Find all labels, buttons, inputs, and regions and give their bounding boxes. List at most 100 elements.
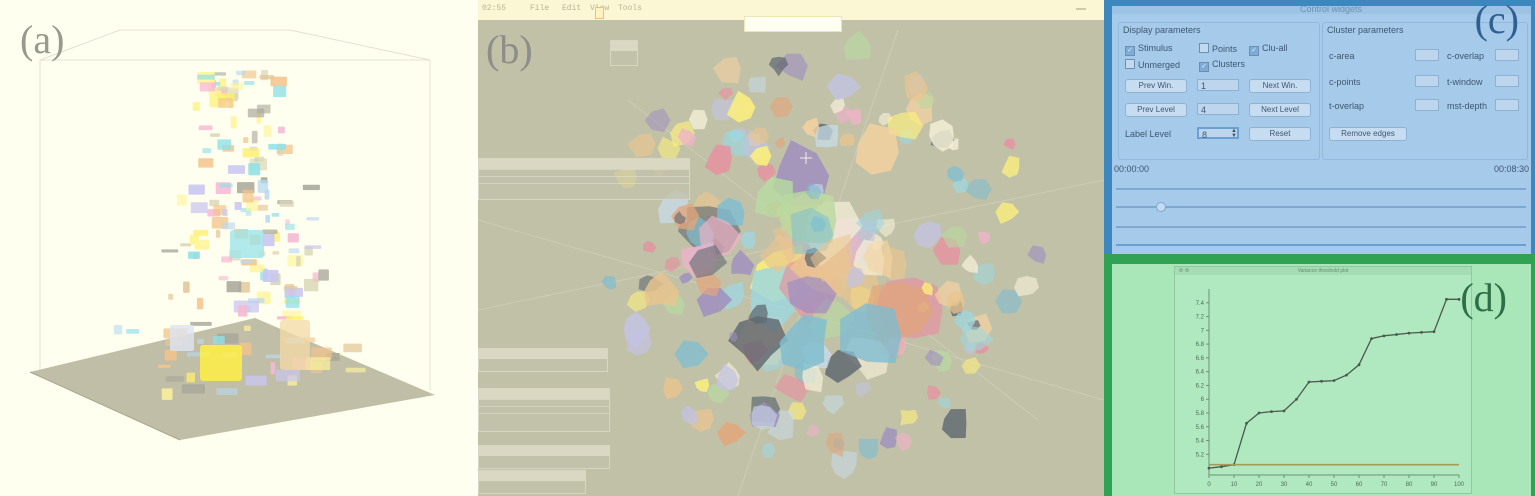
stimulus-option[interactable]: ✓ Stimulus bbox=[1125, 43, 1173, 56]
search-box[interactable] bbox=[744, 16, 842, 32]
check-icon[interactable]: ✓ bbox=[1249, 46, 1259, 56]
cluster-shape bbox=[768, 56, 789, 77]
control-widgets-window: Control widgets Display parameters ✓ Stim… bbox=[1112, 4, 1531, 254]
cluster-block bbox=[217, 139, 232, 150]
variance-point bbox=[1407, 331, 1411, 335]
cluster-block bbox=[279, 200, 294, 207]
table-row[interactable] bbox=[479, 406, 609, 413]
cluster-block bbox=[176, 194, 187, 206]
cluster-shape bbox=[947, 166, 965, 182]
cluster-shape bbox=[644, 108, 671, 133]
window-close-icon[interactable] bbox=[1179, 268, 1183, 272]
cluster-shape bbox=[601, 276, 617, 290]
cluster-block bbox=[277, 126, 285, 134]
x-tick-label: 100 bbox=[1454, 482, 1465, 488]
data-table-2-header bbox=[479, 349, 607, 359]
menu-tools[interactable]: Tools bbox=[618, 4, 642, 13]
cluster-3d-view[interactable] bbox=[0, 0, 470, 496]
cluster-block bbox=[286, 316, 304, 320]
cluster-block bbox=[285, 296, 300, 308]
points-option[interactable]: Points bbox=[1199, 43, 1237, 54]
cluster-block bbox=[197, 338, 204, 344]
data-table-5[interactable] bbox=[478, 470, 586, 494]
check-icon[interactable]: ✓ bbox=[1199, 62, 1209, 72]
table-row[interactable] bbox=[479, 183, 689, 190]
cluster-block bbox=[272, 251, 280, 255]
window-slider-track[interactable] bbox=[1116, 206, 1526, 208]
next-win-button[interactable]: Next Win. bbox=[1249, 79, 1311, 93]
menu-file[interactable]: File bbox=[530, 4, 549, 13]
table-row[interactable] bbox=[479, 413, 609, 420]
cluster-block bbox=[190, 202, 208, 214]
cluster-shape bbox=[900, 409, 918, 426]
table-row[interactable] bbox=[479, 399, 609, 406]
cluster-block bbox=[215, 229, 221, 238]
checkbox-icon[interactable] bbox=[1125, 59, 1135, 69]
prev-level-button[interactable]: Prev Level bbox=[1125, 103, 1187, 117]
cluster-block bbox=[198, 125, 213, 131]
variance-point bbox=[1382, 334, 1386, 338]
clu-all-option[interactable]: ✓ Clu-all bbox=[1249, 43, 1288, 56]
cluster-block bbox=[270, 362, 276, 375]
cluster-block bbox=[226, 281, 242, 293]
t-window-field[interactable] bbox=[1495, 75, 1519, 87]
mst-depth-field[interactable] bbox=[1495, 99, 1519, 111]
cluster-block bbox=[180, 243, 192, 247]
x-tick-label: 30 bbox=[1281, 482, 1288, 488]
checkbox-icon[interactable] bbox=[1199, 43, 1209, 53]
t-overlap-field[interactable] bbox=[1415, 99, 1439, 111]
window-field[interactable]: 1 bbox=[1197, 79, 1239, 91]
data-table-1[interactable] bbox=[478, 158, 690, 200]
cluster-block bbox=[257, 104, 271, 114]
data-table-3[interactable] bbox=[478, 388, 610, 432]
cluster-block bbox=[198, 158, 214, 168]
table-row[interactable] bbox=[479, 176, 689, 183]
mini-widget[interactable] bbox=[610, 40, 638, 66]
table-row[interactable] bbox=[479, 169, 689, 176]
variance-series-line bbox=[1208, 298, 1459, 469]
prev-win-button[interactable]: Prev Win. bbox=[1125, 79, 1187, 93]
c-area-field[interactable] bbox=[1415, 49, 1439, 61]
variance-point bbox=[1220, 465, 1223, 469]
display-parameters-group: Display parameters ✓ Stimulus Points ✓ Clu… bbox=[1118, 22, 1320, 160]
cluster-block bbox=[227, 165, 246, 174]
cluster-block bbox=[345, 367, 366, 373]
cluster-shape bbox=[961, 254, 978, 273]
cluster-block bbox=[251, 130, 258, 144]
level-field[interactable]: 4 bbox=[1197, 103, 1239, 115]
cluster-shape bbox=[664, 257, 681, 272]
cluster-block bbox=[192, 102, 200, 111]
spinner-arrows-icon[interactable]: ▲ ▼ bbox=[1231, 128, 1237, 139]
reset-button[interactable]: Reset bbox=[1249, 127, 1311, 141]
c-points-field[interactable] bbox=[1415, 75, 1439, 87]
cluster-block bbox=[230, 230, 264, 258]
cluster-shape bbox=[825, 432, 845, 458]
time-slider-track[interactable] bbox=[1116, 188, 1526, 190]
cluster-block bbox=[218, 98, 233, 108]
window-minimize-icon[interactable] bbox=[1185, 268, 1189, 272]
clusters-option[interactable]: ✓ Clusters bbox=[1199, 59, 1245, 72]
data-table-4[interactable] bbox=[478, 445, 610, 469]
cluster-shape bbox=[806, 424, 820, 437]
cluster-block bbox=[262, 229, 278, 234]
toolbar-toggle[interactable] bbox=[595, 7, 604, 19]
data-table-2[interactable] bbox=[478, 348, 608, 372]
check-icon[interactable]: ✓ bbox=[1125, 46, 1135, 56]
cluster-block bbox=[164, 349, 177, 361]
cluster-shape bbox=[855, 381, 872, 398]
minimize-icon[interactable] bbox=[1076, 8, 1086, 10]
cluster-block bbox=[343, 343, 362, 353]
label-slider-track[interactable] bbox=[1116, 244, 1526, 246]
c-overlap-label: c-overlap bbox=[1447, 51, 1485, 61]
menu-edit[interactable]: Edit bbox=[562, 4, 581, 13]
cluster-shape bbox=[715, 363, 739, 392]
x-tick-label: 40 bbox=[1306, 482, 1313, 488]
next-level-button[interactable]: Next Level bbox=[1249, 103, 1311, 117]
c-overlap-field[interactable] bbox=[1495, 49, 1519, 61]
cluster-shape bbox=[1027, 245, 1047, 264]
remove-edges-button[interactable]: Remove edges bbox=[1329, 127, 1407, 141]
cluster-block bbox=[186, 372, 195, 383]
window-slider-knob[interactable] bbox=[1156, 202, 1166, 212]
unmerged-option[interactable]: Unmerged bbox=[1125, 59, 1180, 70]
level-slider-track[interactable] bbox=[1116, 226, 1526, 228]
